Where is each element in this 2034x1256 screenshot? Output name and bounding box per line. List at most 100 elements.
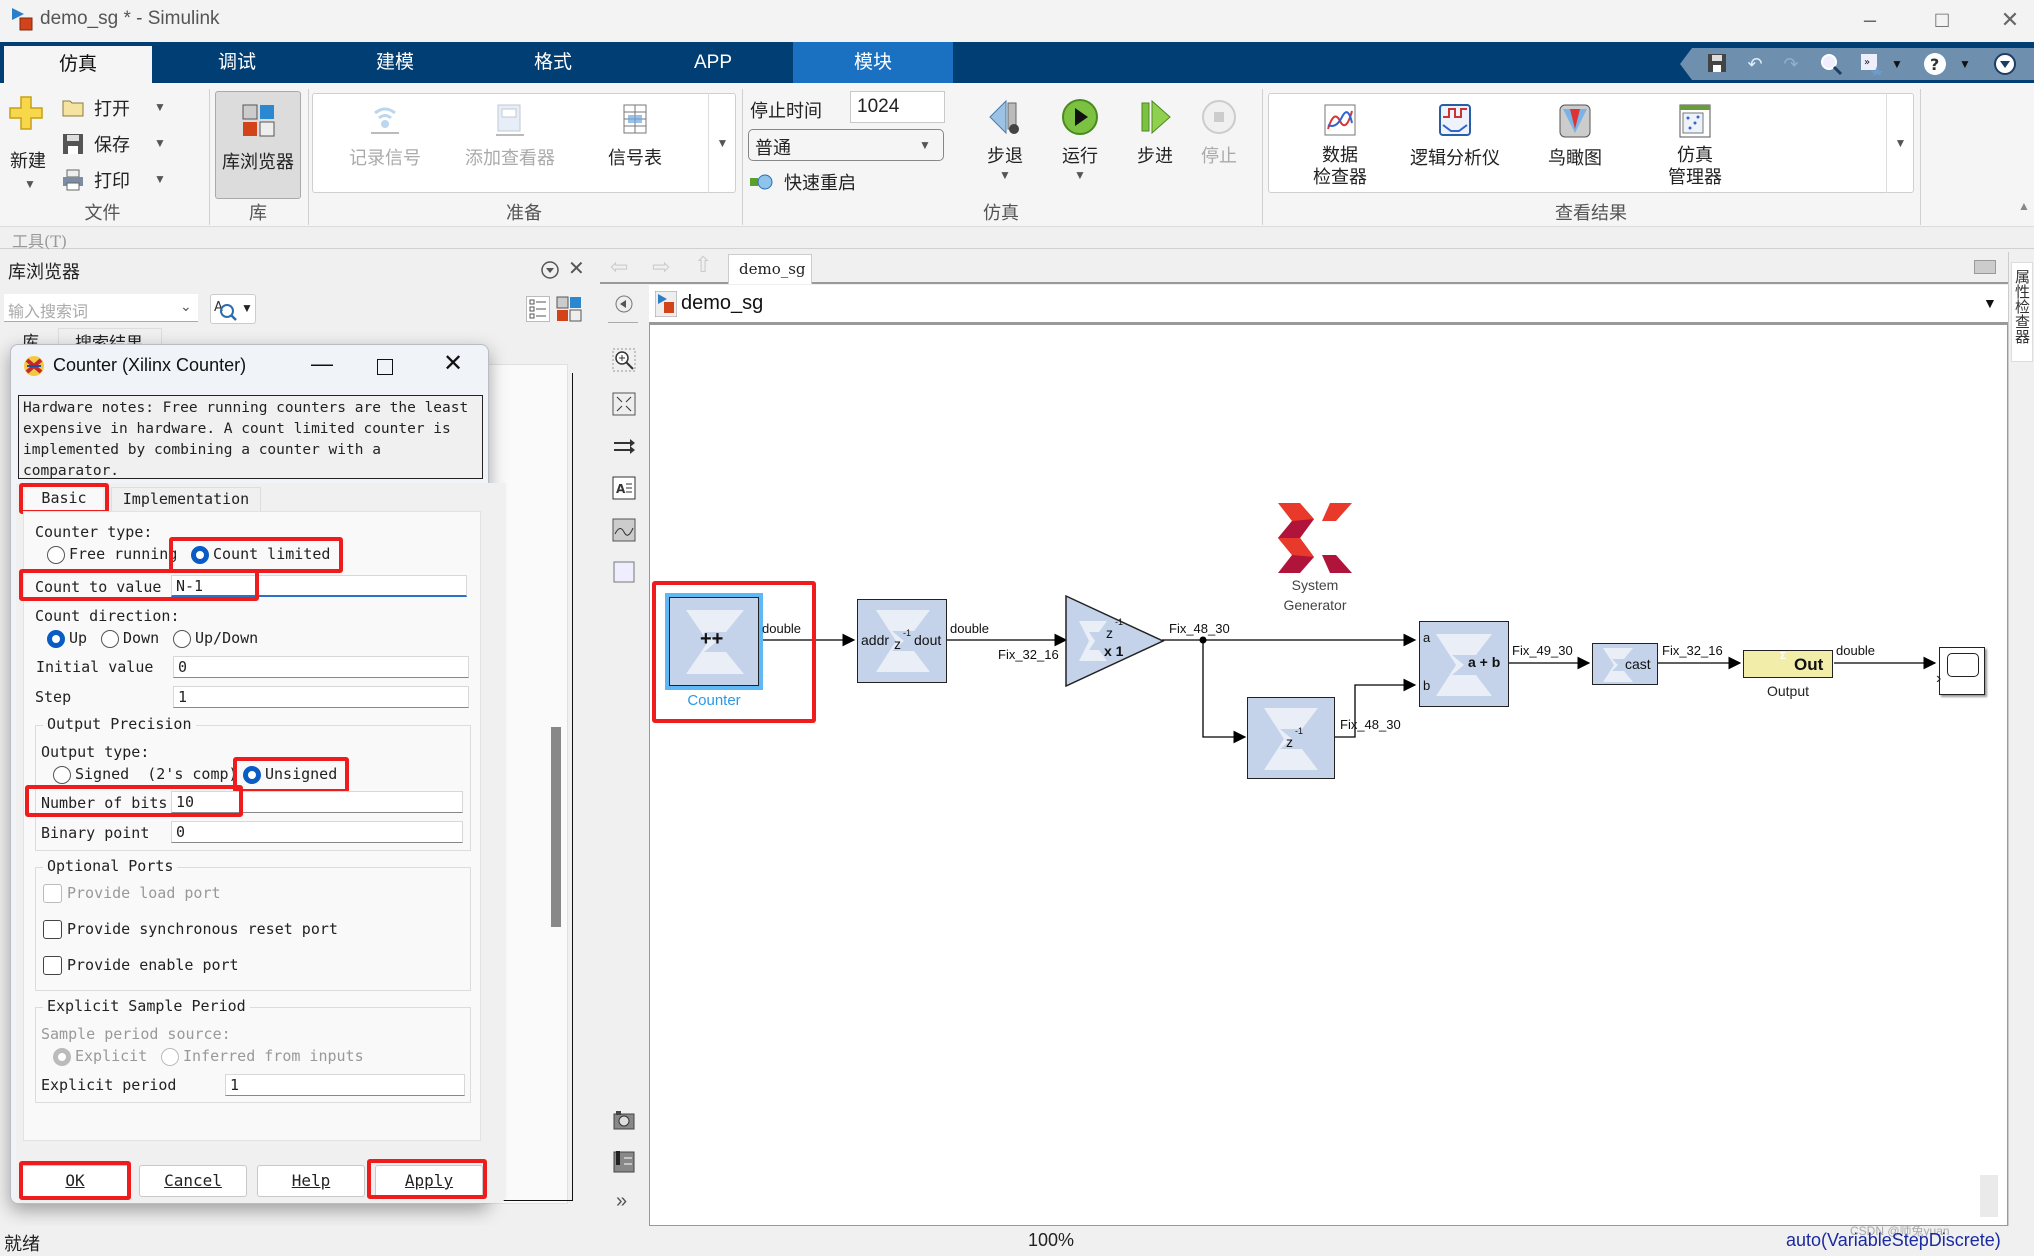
tab-block[interactable]: 模块 bbox=[793, 42, 953, 83]
search-options-button[interactable]: A ▼ bbox=[210, 294, 256, 324]
step-back-dropdown-icon[interactable]: ▼ bbox=[985, 168, 1025, 182]
convert-block[interactable]: cast bbox=[1592, 643, 1658, 685]
data-inspector-button[interactable]: 数据 检查器 bbox=[1300, 103, 1380, 193]
area-icon[interactable] bbox=[612, 560, 636, 584]
model-path[interactable]: demo_sg bbox=[681, 292, 763, 315]
review-gallery-expand[interactable]: ▼ bbox=[1886, 93, 1914, 193]
icon-view-icon[interactable] bbox=[556, 296, 582, 322]
model-canvas[interactable]: ++ Counter double addr z -1 dout double … bbox=[649, 324, 2008, 1226]
tab-format[interactable]: 格式 bbox=[478, 42, 628, 83]
logic-analyzer-button[interactable]: 逻辑分析仪 bbox=[1405, 103, 1505, 183]
step-input[interactable]: 1 bbox=[173, 686, 469, 708]
property-inspector-tab[interactable]: 属性检查器 bbox=[2011, 262, 2033, 362]
back-arrow-icon[interactable]: ⇦ bbox=[610, 254, 628, 280]
radio-down[interactable]: Down bbox=[101, 629, 171, 651]
collapse-ribbon-icon[interactable] bbox=[1992, 52, 2018, 76]
minimize-button[interactable]: – bbox=[1850, 4, 1890, 36]
canvas-resize-grip[interactable] bbox=[1980, 1175, 1998, 1217]
tab-simulation[interactable]: 仿真 bbox=[4, 46, 152, 83]
checkbox-sync-reset-port[interactable]: Provide synchronous reset port bbox=[43, 919, 373, 941]
list-view-icon[interactable] bbox=[526, 296, 550, 322]
checkbox-enable-port[interactable]: Provide enable port bbox=[43, 955, 343, 977]
print-button[interactable]: 打印 ▼ bbox=[62, 167, 182, 193]
open-button[interactable]: 打开 ▼ bbox=[62, 95, 182, 121]
counter-block-selection[interactable]: ++ bbox=[665, 593, 763, 690]
new-button[interactable] bbox=[8, 95, 44, 136]
snapshot-camera-icon[interactable] bbox=[612, 1108, 636, 1132]
rom-block[interactable]: addr z -1 dout bbox=[857, 599, 947, 683]
library-browser-button[interactable]: 库浏览器 bbox=[215, 91, 301, 199]
step-back-button[interactable]: 步退 ▼ bbox=[985, 97, 1025, 207]
radio-signed[interactable]: Signed (2's comp) bbox=[53, 765, 238, 787]
shortcut-favorites-icon[interactable]: » bbox=[1858, 52, 1884, 76]
run-button[interactable]: 运行 ▼ bbox=[1058, 97, 1102, 207]
save-button[interactable]: 保存 ▼ bbox=[62, 131, 182, 157]
up-arrow-icon[interactable]: ⇧ bbox=[694, 252, 712, 278]
undo-icon[interactable]: ↶ bbox=[1742, 52, 1768, 76]
fast-restart-button[interactable]: 快速重启 bbox=[750, 169, 890, 195]
binary-point-input[interactable]: 0 bbox=[171, 821, 463, 843]
tab-modeling[interactable]: 建模 bbox=[320, 42, 470, 83]
hide-explorer-icon[interactable] bbox=[614, 294, 634, 314]
dialog-close-button[interactable]: ✕ bbox=[443, 349, 463, 378]
library-scrollbar-thumb[interactable] bbox=[551, 727, 561, 927]
path-dropdown-icon[interactable]: ▼ bbox=[1983, 295, 1997, 311]
help-icon[interactable]: ? bbox=[1922, 52, 1948, 76]
help-button[interactable]: Help bbox=[257, 1165, 365, 1197]
dialog-maximize-button[interactable] bbox=[377, 359, 393, 375]
expand-palette-icon[interactable]: » bbox=[616, 1190, 627, 1213]
run-dropdown-icon[interactable]: ▼ bbox=[1058, 168, 1102, 182]
save-icon[interactable] bbox=[1704, 52, 1730, 76]
library-search-input[interactable]: 输入搜索词 ⌄ bbox=[4, 294, 198, 322]
sim-manager-button[interactable]: 仿真 管理器 bbox=[1655, 103, 1735, 193]
addsub-block[interactable]: a b a + b bbox=[1419, 621, 1509, 707]
tab-implementation[interactable]: Implementation bbox=[111, 487, 261, 511]
search-icon[interactable] bbox=[1818, 52, 1844, 76]
delay-block[interactable]: z -1 bbox=[1247, 697, 1335, 779]
add-viewer-button[interactable]: 添加查看器 bbox=[455, 103, 565, 183]
simulation-mode-select[interactable]: 普通 ▼ bbox=[748, 129, 944, 161]
collapse-toolstrip-icon[interactable]: ▲ bbox=[2018, 199, 2032, 213]
log-signals-button[interactable]: 记录信号 bbox=[340, 103, 430, 183]
keyboard-icon[interactable] bbox=[1974, 260, 1996, 274]
maximize-button[interactable]: □ bbox=[1922, 4, 1962, 36]
new-dropdown-icon[interactable]: ▼ bbox=[24, 177, 36, 191]
route-lines-icon[interactable] bbox=[612, 434, 636, 458]
new-label[interactable]: 新建 bbox=[10, 147, 46, 173]
tab-debug[interactable]: 调试 bbox=[162, 42, 312, 83]
prepare-gallery-expand[interactable]: ▼ bbox=[708, 93, 736, 193]
stop-button[interactable]: 停止 bbox=[1198, 97, 1240, 187]
favorites-dropdown-icon[interactable]: ▼ bbox=[1884, 52, 1910, 76]
gain-block[interactable] bbox=[1065, 595, 1165, 687]
property-inspector-icon[interactable] bbox=[612, 1150, 636, 1174]
tools-menu[interactable]: 工具(T) bbox=[12, 228, 67, 252]
tab-apps[interactable]: APP bbox=[638, 42, 788, 83]
counter-block[interactable]: ++ bbox=[669, 597, 759, 686]
close-panel-icon[interactable]: ✕ bbox=[568, 256, 585, 281]
step-forward-button[interactable]: 步进 bbox=[1134, 97, 1176, 187]
radio-up[interactable]: Up bbox=[47, 629, 99, 651]
model-tab[interactable]: demo_sg bbox=[728, 254, 812, 284]
dialog-minimize-button[interactable]: — bbox=[311, 351, 333, 377]
system-generator-logo[interactable] bbox=[1278, 503, 1352, 573]
gateway-out-block[interactable]: Σ Out bbox=[1743, 650, 1833, 678]
radio-explicit[interactable]: Explicit bbox=[53, 1047, 153, 1069]
checkbox-load-port[interactable]: Provide load port bbox=[43, 883, 343, 905]
close-window-button[interactable]: ✕ bbox=[1990, 4, 2030, 36]
help-dropdown-icon[interactable]: ▼ bbox=[1952, 52, 1978, 76]
initial-value-input[interactable]: 0 bbox=[173, 656, 469, 678]
counter-label[interactable]: Counter bbox=[665, 692, 763, 709]
redo-icon[interactable]: ↷ bbox=[1778, 52, 1804, 76]
gateway-out-label[interactable]: Output bbox=[1743, 683, 1833, 699]
stop-time-input[interactable]: 1024 bbox=[850, 91, 945, 123]
zoom-in-icon[interactable] bbox=[612, 348, 636, 372]
radio-inferred[interactable]: Inferred from inputs bbox=[161, 1047, 381, 1069]
scope-block[interactable]: › bbox=[1936, 647, 1985, 695]
birds-eye-button[interactable]: 鸟瞰图 bbox=[1540, 103, 1610, 183]
image-icon[interactable] bbox=[612, 518, 636, 542]
explicit-period-input[interactable]: 1 bbox=[225, 1074, 465, 1096]
panel-menu-icon[interactable] bbox=[540, 260, 560, 285]
forward-arrow-icon[interactable]: ⇨ bbox=[652, 254, 670, 280]
radio-up-down[interactable]: Up/Down bbox=[173, 629, 273, 651]
signal-line-branch[interactable] bbox=[1202, 640, 1247, 744]
